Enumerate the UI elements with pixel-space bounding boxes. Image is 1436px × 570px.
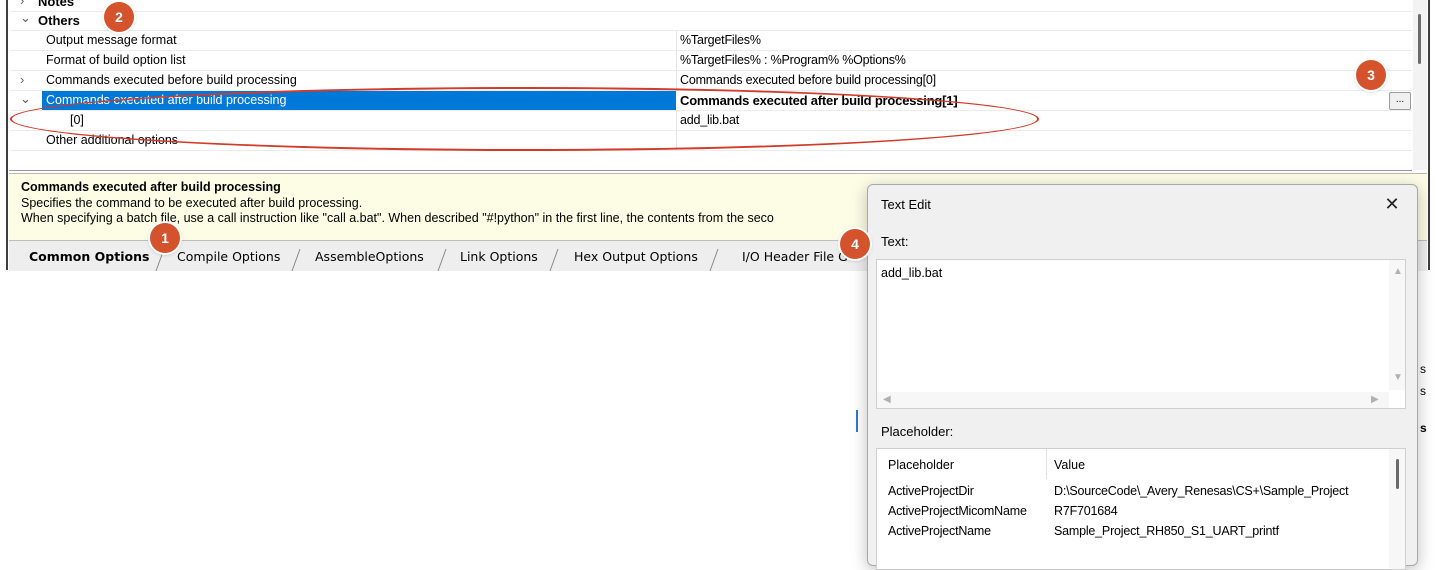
scroll-up-icon[interactable]: ▲ [1393,266,1403,277]
category-label: Notes [38,0,75,9]
description-text: When specifying a batch file, use a call… [21,211,774,225]
placeholder-value[interactable]: R7F701684 [1054,504,1118,518]
category-others[interactable]: ⌄ Others [10,10,1412,31]
description-title: Commands executed after build processing [21,180,281,194]
placeholder-scrollbar[interactable] [1389,449,1405,569]
property-name: Output message format [46,33,177,47]
panel-border [6,0,8,270]
text-value[interactable]: add_lib.bat [881,266,942,280]
category-label: Others [38,13,80,28]
scrollbar-thumb[interactable] [1396,459,1399,489]
tab-hex-output-options[interactable]: Hex Output Options [574,249,698,264]
placeholder-name[interactable]: ActiveProjectName [888,524,991,538]
placeholder-name[interactable]: ActiveProjectMicomName [888,504,1027,518]
placeholder-label: Placeholder: [881,424,954,439]
property-value[interactable]: %TargetFiles% [680,33,761,47]
textarea-vscrollbar[interactable]: ▲ ▼ [1389,260,1405,390]
annotation-badge: 4 [840,229,870,259]
property-name: Commands executed before build processin… [46,73,297,87]
chevron-right-icon[interactable]: › [20,0,24,8]
annotation-badge: 3 [1356,60,1386,90]
window-edge [856,410,858,432]
scroll-right-icon[interactable]: ▶ [1371,394,1379,405]
tab-link-options[interactable]: Link Options [460,249,538,264]
column-divider [676,71,677,90]
grid-scrollbar[interactable] [1413,0,1427,170]
annotation-badge: 1 [150,223,180,253]
peek-text: s [1420,362,1426,376]
placeholder-value[interactable]: Sample_Project_RH850_S1_UART_printf [1054,524,1279,538]
chevron-down-icon[interactable]: ⌄ [20,10,31,26]
chevron-down-icon[interactable]: ⌄ [20,91,31,107]
annotation-badge: 2 [104,2,134,32]
property-value[interactable]: %TargetFiles% : %Program% %Options% [680,53,906,67]
property-name: Format of build option list [46,53,186,67]
tab-separator [291,248,301,271]
close-icon[interactable]: ✕ [1380,193,1404,217]
column-divider [1046,449,1047,479]
text-label: Text: [881,234,909,249]
tab-separator [549,248,559,271]
text-input[interactable]: add_lib.bat ▲ ▼ ◀ ▶ [876,259,1406,409]
tab-assemble-options[interactable]: AssembleOptions [315,249,424,264]
property-row[interactable]: Format of build option list %TargetFiles… [10,51,1412,71]
tab-separator [437,248,447,271]
property-value[interactable]: Commands executed before build processin… [680,73,936,87]
placeholder-table: Placeholder Value ActiveProjectDir D:\So… [876,448,1406,570]
scrollbar-thumb[interactable] [1418,14,1421,64]
chevron-right-icon[interactable]: › [20,72,24,87]
tab-separator [709,248,719,271]
placeholder-name[interactable]: ActiveProjectDir [888,484,974,498]
peek-text: s [1420,384,1426,398]
tab-io-header-file[interactable]: I/O Header File G [742,249,848,264]
column-header-value[interactable]: Value [1054,458,1085,472]
ellipsis-button[interactable]: ... [1389,92,1411,110]
property-row[interactable]: › Commands executed before build process… [10,71,1412,91]
highlight-ellipse [10,87,1039,151]
text-edit-dialog: Text Edit ✕ Text: add_lib.bat ▲ ▼ ◀ ▶ Pl… [867,184,1418,570]
peek-text: s [1420,421,1427,435]
textarea-hscrollbar[interactable]: ◀ ▶ [877,392,1389,408]
placeholder-value[interactable]: D:\SourceCode\_Avery_Renesas\CS+\Sample_… [1054,484,1349,498]
column-header-placeholder[interactable]: Placeholder [888,458,954,472]
column-divider [676,31,677,50]
scroll-down-icon[interactable]: ▼ [1393,372,1403,383]
panel-border [1428,0,1430,270]
dialog-title: Text Edit [881,197,931,212]
tab-compile-options[interactable]: Compile Options [177,249,280,264]
column-divider [676,51,677,70]
description-text: Specifies the command to be executed aft… [21,196,363,210]
scroll-left-icon[interactable]: ◀ [883,394,891,405]
property-row[interactable]: Output message format %TargetFiles% [10,31,1412,51]
tab-common-options[interactable]: Common Options [29,249,149,264]
